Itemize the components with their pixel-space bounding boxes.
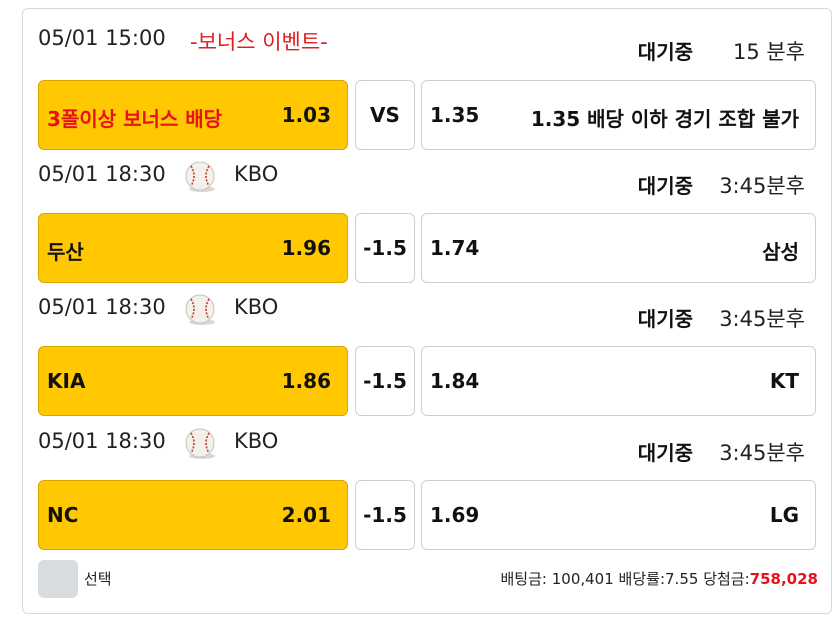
bet-row: 두산 1.96 -1.5 1.74 삼성 [38,213,816,285]
select-checkbox[interactable] [38,560,78,598]
baseball-icon [185,161,215,192]
league-name: KBO [234,162,279,186]
game-datetime: 05/01 18:30 [38,429,166,453]
away-odds-button[interactable]: 1.69 LG [421,480,816,550]
away-team-name: LG [769,503,799,527]
game-datetime: 05/01 15:00 [38,26,166,50]
home-odds: 2.01 [281,503,331,527]
total-odds: 7.55 [665,570,699,588]
away-odds: 1.74 [430,236,480,260]
game-status: 대기중 [637,40,693,64]
away-odds: 1.69 [430,503,480,527]
handicap-value: VS [370,103,400,127]
bonus-event-label: -보너스 이벤트- [190,30,328,54]
game-status: 대기중 [637,307,693,331]
away-odds-button[interactable]: 1.74 삼성 [421,213,816,283]
home-team-name: NC [47,503,79,527]
home-odds: 1.03 [281,103,331,127]
away-odds-button[interactable]: 1.35 1.35 배당 이하 경기 조합 불가 [421,80,816,150]
payout-label: 당첨금: [703,570,750,588]
away-team-name: KT [769,369,799,393]
game-datetime: 05/01 18:30 [38,162,166,186]
home-odds-button[interactable]: NC 2.01 [38,480,348,550]
total-odds-label: 배당률: [618,570,666,588]
baseball-icon [185,294,215,325]
home-odds: 1.96 [281,236,331,260]
bet-row: 3폴이상 보너스 배당 1.03 VS 1.35 1.35 배당 이하 경기 조… [38,80,816,152]
bet-summary: 배팅금: 100,401 배당률:7.55 당첨금:758,028 [500,568,818,589]
handicap-value: -1.5 [363,503,407,527]
away-team-name: 1.35 배당 이하 경기 조합 불가 [530,107,799,131]
game-status: 대기중 [637,174,693,198]
game-remaining-time: 15 분후 [732,40,805,64]
away-odds: 1.35 [430,103,480,127]
away-odds: 1.84 [430,369,480,393]
league-name: KBO [234,429,279,453]
away-odds-button[interactable]: 1.84 KT [421,346,816,416]
handicap-button[interactable]: -1.5 [355,480,415,550]
handicap-value: -1.5 [363,369,407,393]
league-name: KBO [234,295,279,319]
bet-amount-label: 배팅금: [500,570,547,588]
game-remaining-time: 3:45분후 [719,441,805,465]
home-odds-button[interactable]: KIA 1.86 [38,346,348,416]
bet-amount: 100,401 [551,570,614,588]
home-odds-button[interactable]: 두산 1.96 [38,213,348,283]
game-header: 05/01 15:00 -보너스 이벤트- 대기중 15 분후 [0,26,835,66]
payout-amount: 758,028 [749,570,818,588]
game-remaining-time: 3:45분후 [719,174,805,198]
home-odds: 1.86 [281,369,331,393]
bet-row: KIA 1.86 -1.5 1.84 KT [38,346,816,418]
bet-summary-footer: 선택 배팅금: 100,401 배당률:7.55 당첨금:758,028 [38,558,818,600]
handicap-button[interactable]: VS [355,80,415,150]
away-team-name: 삼성 [762,240,799,264]
game-datetime: 05/01 18:30 [38,295,166,319]
game-header: 05/01 18:30 KBO 대기중 3:45분후 [0,293,835,333]
baseball-icon [185,428,215,459]
handicap-value: -1.5 [363,236,407,260]
bet-row: NC 2.01 -1.5 1.69 LG [38,480,816,552]
home-team-name: 두산 [47,240,84,264]
handicap-button[interactable]: -1.5 [355,346,415,416]
home-team-name: 3폴이상 보너스 배당 [47,107,223,131]
handicap-button[interactable]: -1.5 [355,213,415,283]
game-status: 대기중 [637,441,693,465]
game-remaining-time: 3:45분후 [719,307,805,331]
game-header: 05/01 18:30 KBO 대기중 3:45분후 [0,160,835,200]
home-team-name: KIA [47,369,86,393]
game-header: 05/01 18:30 KBO 대기중 3:45분후 [0,427,835,467]
home-odds-button[interactable]: 3폴이상 보너스 배당 1.03 [38,80,348,150]
select-label: 선택 [84,570,112,588]
